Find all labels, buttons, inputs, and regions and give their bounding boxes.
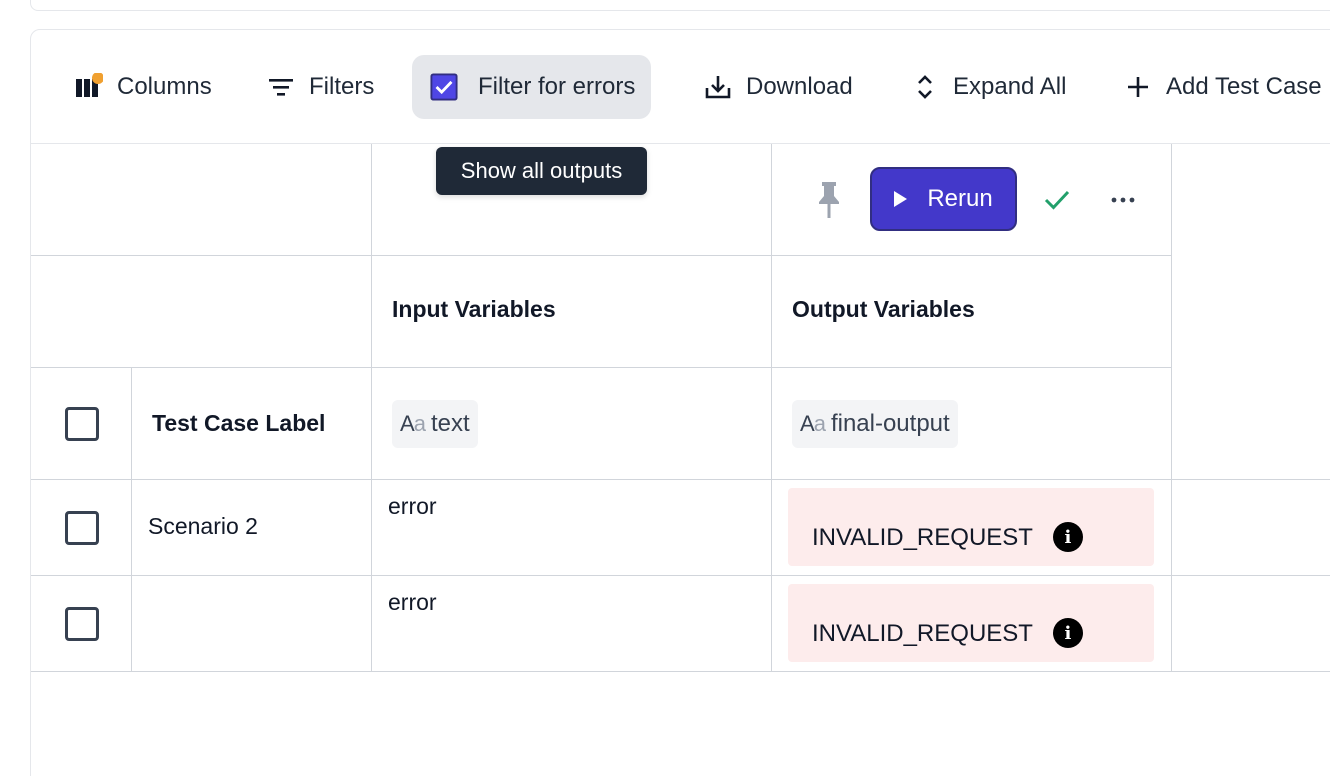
- row-divider: [31, 367, 1171, 368]
- input-variable-chip[interactable]: Aa text: [392, 400, 478, 448]
- top-card: [30, 0, 1330, 11]
- expand-all-button[interactable]: Expand All: [911, 55, 1066, 119]
- download-label: Download: [746, 73, 853, 100]
- input-variables-header: Input Variables: [392, 296, 556, 322]
- column-divider: [1171, 144, 1172, 671]
- row-checkbox[interactable]: [65, 607, 99, 641]
- toolbar: Columns Filters Filter for errors Downlo…: [31, 30, 1330, 144]
- filter-for-errors-toggle[interactable]: Filter for errors: [412, 55, 652, 119]
- expand-all-label: Expand All: [953, 73, 1067, 100]
- expand-icon: [911, 73, 939, 101]
- success-check-icon: [1043, 187, 1071, 218]
- columns-label: Columns: [117, 73, 212, 100]
- download-icon: [704, 73, 732, 101]
- column-divider: [131, 367, 132, 671]
- output-error-cell[interactable]: INVALID_REQUEST i: [788, 584, 1154, 662]
- text-type-icon: Aa: [400, 411, 426, 436]
- info-icon[interactable]: i: [1052, 618, 1083, 648]
- filter-for-errors-label: Filter for errors: [478, 73, 636, 100]
- filters-button[interactable]: Filters: [267, 55, 374, 119]
- test-case-label[interactable]: Scenario 2: [148, 513, 258, 540]
- pin-icon[interactable]: [815, 180, 843, 225]
- row-divider: [31, 479, 1330, 480]
- columns-button[interactable]: Columns: [75, 55, 212, 119]
- columns-icon: [75, 73, 103, 101]
- error-code: INVALID_REQUEST: [812, 524, 1033, 551]
- more-options-icon[interactable]: [1111, 193, 1135, 212]
- play-icon: [894, 191, 908, 207]
- rerun-label: Rerun: [927, 185, 993, 212]
- filters-label: Filters: [309, 73, 375, 100]
- add-test-case-button[interactable]: Add Test Case: [1124, 55, 1322, 119]
- error-code: INVALID_REQUEST: [812, 620, 1033, 647]
- input-value[interactable]: error: [388, 589, 437, 616]
- input-variable-name: text: [430, 410, 470, 437]
- column-divider: [371, 144, 372, 671]
- output-variables-header: Output Variables: [792, 296, 975, 322]
- tooltip: Show all outputs: [436, 147, 647, 195]
- output-variable-name: final-output: [830, 410, 950, 437]
- test-suite-panel: Columns Filters Filter for errors Downlo…: [30, 29, 1330, 776]
- output-variable-chip[interactable]: Aa final-output: [792, 400, 958, 448]
- row-divider: [31, 575, 1330, 576]
- text-type-icon: Aa: [800, 411, 826, 436]
- output-error-cell[interactable]: INVALID_REQUEST i: [788, 488, 1154, 566]
- select-all-checkbox[interactable]: [65, 407, 99, 441]
- info-icon[interactable]: i: [1052, 522, 1083, 552]
- column-divider: [771, 144, 772, 671]
- test-case-label-header: Test Case Label: [152, 410, 326, 436]
- plus-icon: [1124, 73, 1152, 101]
- rerun-button[interactable]: Rerun: [870, 167, 1017, 231]
- add-test-case-label: Add Test Case: [1166, 73, 1322, 100]
- checkbox-checked-icon: [430, 73, 458, 101]
- download-button[interactable]: Download: [704, 55, 853, 119]
- filter-icon: [267, 73, 295, 101]
- row-divider: [31, 255, 1171, 256]
- input-value[interactable]: error: [388, 493, 437, 520]
- row-checkbox[interactable]: [65, 511, 99, 545]
- row-divider: [31, 671, 1330, 672]
